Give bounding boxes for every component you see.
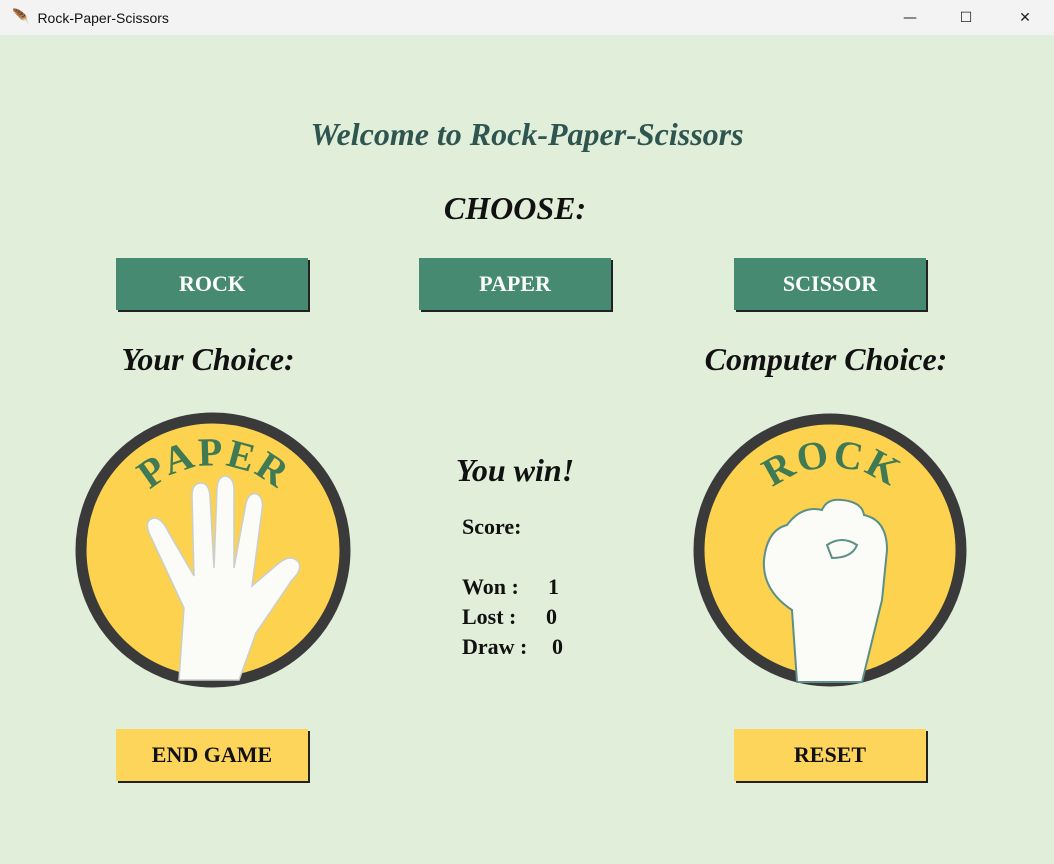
computer-choice-image: ROCK	[693, 413, 967, 687]
lost-count: 0	[546, 604, 557, 629]
close-button[interactable]: ✕	[1002, 0, 1048, 35]
your-choice-label: Your Choice:	[121, 341, 295, 377]
title-bar: 🪶 Rock-Paper-Scissors — ☐ ✕	[0, 0, 1054, 35]
feather-icon: 🪶	[12, 10, 30, 25]
rock-button[interactable]: ROCK	[116, 258, 308, 310]
end-game-button[interactable]: END GAME	[116, 729, 308, 781]
paper-button[interactable]: PAPER	[419, 258, 611, 310]
reset-button[interactable]: RESET	[734, 729, 926, 781]
draw-label: Draw :	[462, 634, 528, 659]
draw-count: 0	[552, 634, 563, 659]
maximize-button[interactable]: ☐	[943, 0, 989, 35]
choose-label: CHOOSE:	[443, 190, 587, 226]
player-choice-image: PAPER	[75, 412, 351, 688]
won-label: Won :	[462, 574, 519, 599]
scissor-button[interactable]: SCISSOR	[734, 258, 926, 310]
minimize-button[interactable]: —	[887, 0, 933, 35]
computer-choice-label: Computer Choice:	[704, 341, 948, 377]
score-label: Score:	[462, 514, 522, 539]
result-message: You win!	[455, 452, 575, 488]
welcome-title: Welcome to Rock-Paper-Scissors	[310, 116, 744, 152]
lost-label: Lost :	[462, 604, 517, 629]
window-title: Rock-Paper-Scissors	[37, 9, 169, 26]
won-count: 1	[548, 574, 559, 599]
